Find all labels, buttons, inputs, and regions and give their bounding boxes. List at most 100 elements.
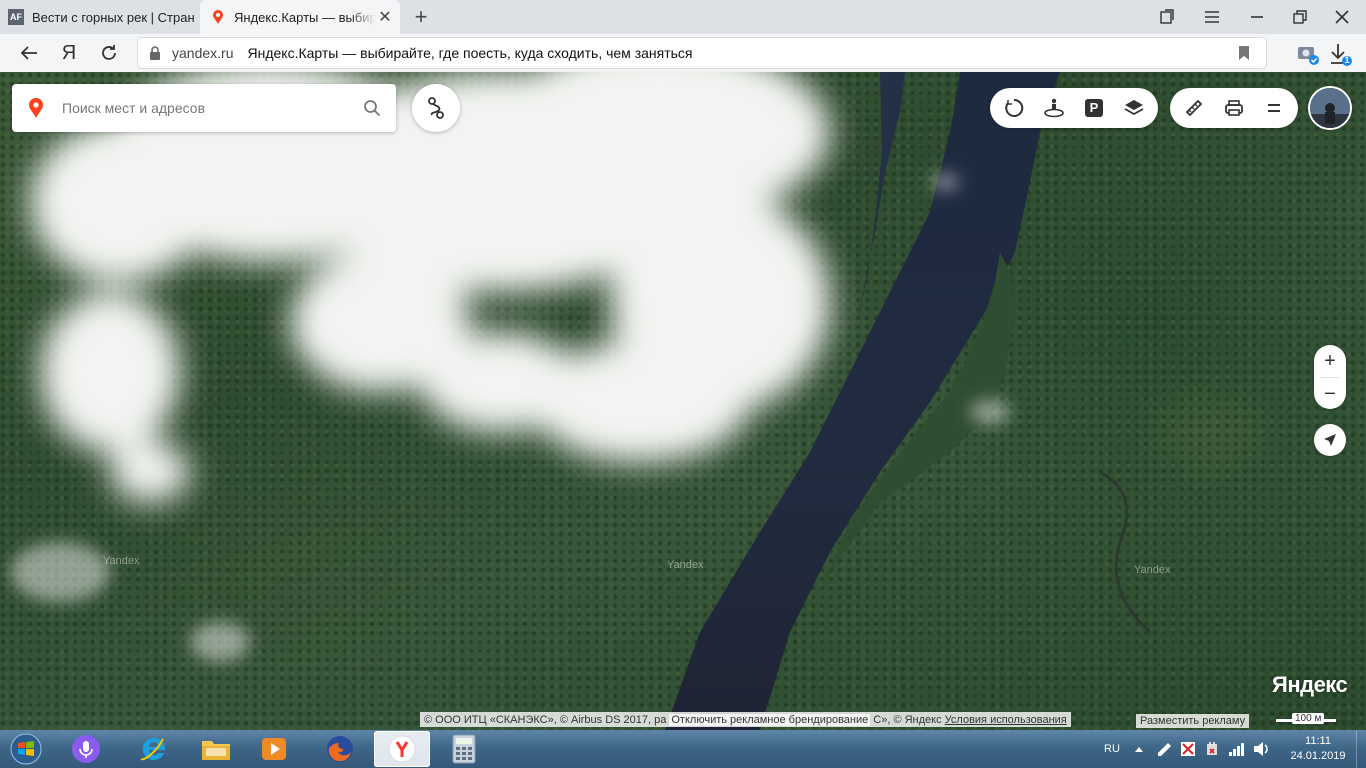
taskbar-yandex-browser[interactable]: [374, 731, 430, 767]
link-icon: [1158, 743, 1171, 756]
folder-icon: [202, 741, 230, 760]
location-arrow-icon: [1324, 434, 1336, 446]
af-favicon-icon: AF: [8, 9, 24, 25]
yandex-button[interactable]: Я: [54, 39, 84, 67]
taskbar-calculator[interactable]: [436, 731, 492, 767]
ruler-button[interactable]: [1174, 88, 1214, 128]
scale-bar: 100 м: [1276, 712, 1336, 728]
downloads-button[interactable]: 1: [1328, 42, 1352, 66]
route-button[interactable]: [412, 84, 460, 132]
lock-icon: [150, 46, 160, 60]
calculator-icon: [452, 734, 476, 764]
ruler-icon: [1185, 99, 1203, 117]
internet-explorer-icon: [140, 737, 166, 761]
tray-edit-icon[interactable]: [1156, 730, 1174, 768]
more-menu-button[interactable]: [1254, 88, 1294, 128]
bookmark-icon[interactable]: [1236, 45, 1252, 61]
address-bar-row: Я yandex.ru Яндекс.Карты — выбирайте, гд…: [0, 34, 1366, 73]
firefox-icon: [327, 736, 353, 762]
tray-power-icon[interactable]: [1204, 730, 1220, 768]
user-avatar[interactable]: [1310, 88, 1350, 128]
search-input[interactable]: [60, 99, 362, 117]
print-icon: [1225, 100, 1243, 116]
new-tab-button[interactable]: +: [408, 4, 434, 30]
url-page-title: Яндекс.Карты — выбирайте, где поесть, ку…: [247, 45, 693, 61]
tab-yandex-maps[interactable]: Яндекс.Карты — выбирайте ✕: [200, 0, 400, 34]
show-desktop-button[interactable]: [1356, 730, 1366, 768]
clouds: [10, 72, 1010, 662]
map-tools-toolbar: [1170, 88, 1298, 128]
minimize-icon[interactable]: [1237, 0, 1277, 34]
taskbar-media-player[interactable]: [246, 731, 302, 767]
shield-warning-icon: [1181, 742, 1195, 756]
tab-strip: AF Вести с горных рек | Стран Яндекс.Кар…: [0, 0, 1366, 34]
tray-network-icon[interactable]: [1228, 730, 1246, 768]
language-indicator[interactable]: RU: [1104, 730, 1120, 768]
restore-icon[interactable]: [1280, 0, 1320, 34]
url-domain: yandex.ru: [172, 45, 234, 61]
print-button[interactable]: [1214, 88, 1254, 128]
tray-security-icon[interactable]: [1180, 730, 1196, 768]
show-hidden-icons-button[interactable]: [1134, 730, 1144, 768]
geolocation-button[interactable]: [1314, 424, 1346, 456]
clock-time: 11:11: [1305, 735, 1331, 747]
reload-icon: [102, 45, 116, 60]
yandex-logo: Яндекс: [1272, 672, 1348, 697]
taskbar-alice[interactable]: [58, 731, 114, 767]
hamburger-icon: [1268, 104, 1280, 112]
clock-date: 24.01.2019: [1290, 750, 1346, 762]
signal-bars-icon: [1229, 743, 1244, 756]
start-button[interactable]: [4, 732, 48, 766]
windows-taskbar: RU 11:11 24.01.2019: [0, 730, 1366, 768]
traffic-button[interactable]: [994, 88, 1034, 128]
menu-icon[interactable]: [1192, 0, 1232, 34]
scale-label: 100 м: [1292, 713, 1325, 724]
route-icon: [428, 97, 444, 119]
zoom-out-button[interactable]: −: [1314, 378, 1346, 410]
parking-icon: P: [1085, 99, 1103, 117]
satellite-map[interactable]: Yandex Yandex Yandex P: [0, 72, 1366, 730]
microphone-icon: [72, 735, 100, 763]
zoom-in-button[interactable]: +: [1314, 345, 1346, 377]
downloads-badge: 1: [1344, 55, 1350, 65]
yandex-pin-icon: [29, 98, 43, 118]
yandex-browser-icon: [388, 735, 416, 763]
close-window-icon[interactable]: [1322, 0, 1362, 34]
search-icon[interactable]: [362, 99, 382, 117]
layers-icon: [1124, 100, 1144, 116]
copyright-bar: © ООО ИТЦ «СКАНЭКС», © Airbus DS 2017, р…: [420, 712, 1071, 727]
advertise-link[interactable]: Разместить рекламу: [1136, 714, 1250, 728]
omnibox[interactable]: yandex.ru Яндекс.Карты — выбирайте, где …: [138, 38, 1266, 68]
close-tab-icon[interactable]: ✕: [376, 7, 394, 27]
taskbar-explorer[interactable]: [188, 731, 244, 767]
zoom-control: + −: [1314, 345, 1346, 409]
panorama-button[interactable]: [1034, 88, 1074, 128]
yandex-watermark: Yandex: [1134, 564, 1171, 576]
bookmarks-panel-icon[interactable]: [1147, 0, 1187, 34]
tray-volume-icon[interactable]: [1252, 730, 1270, 768]
avatar-photo-icon: [1310, 88, 1350, 128]
speaker-icon: [1254, 742, 1268, 756]
panorama-person-icon: [1044, 98, 1064, 118]
copyright-text: © ООО ИТЦ «СКАНЭКС», © Airbus DS 2017, р…: [424, 713, 667, 726]
layers-button[interactable]: [1114, 88, 1154, 128]
arrow-left-icon: [20, 46, 37, 60]
chevron-up-icon: [1135, 747, 1143, 752]
copyright-text-2: С», © Яндекс: [873, 713, 942, 726]
yandex-watermark: Yandex: [667, 559, 704, 571]
back-button[interactable]: [14, 39, 44, 67]
taskbar-internet-explorer[interactable]: [126, 731, 182, 767]
taskbar-firefox[interactable]: [312, 731, 368, 767]
tab-label: Яндекс.Карты — выбирайте: [234, 9, 376, 25]
system-clock[interactable]: 11:11 24.01.2019: [1282, 734, 1354, 764]
traffic-icon: [1005, 98, 1024, 117]
map-layers-toolbar: P: [990, 88, 1158, 128]
disable-ad-branding-link[interactable]: Отключить рекламное брендирование: [669, 713, 871, 726]
terms-of-use-link[interactable]: Условия использования: [945, 714, 1067, 726]
tab-vesti[interactable]: AF Вести с горных рек | Стран: [0, 0, 198, 34]
reload-button[interactable]: [94, 39, 124, 67]
screenshot-extension-icon[interactable]: [1296, 42, 1320, 66]
parking-button[interactable]: P: [1074, 88, 1114, 128]
yandex-watermark: Yandex: [103, 555, 140, 567]
yandex-maps-pin-icon: [213, 10, 223, 24]
